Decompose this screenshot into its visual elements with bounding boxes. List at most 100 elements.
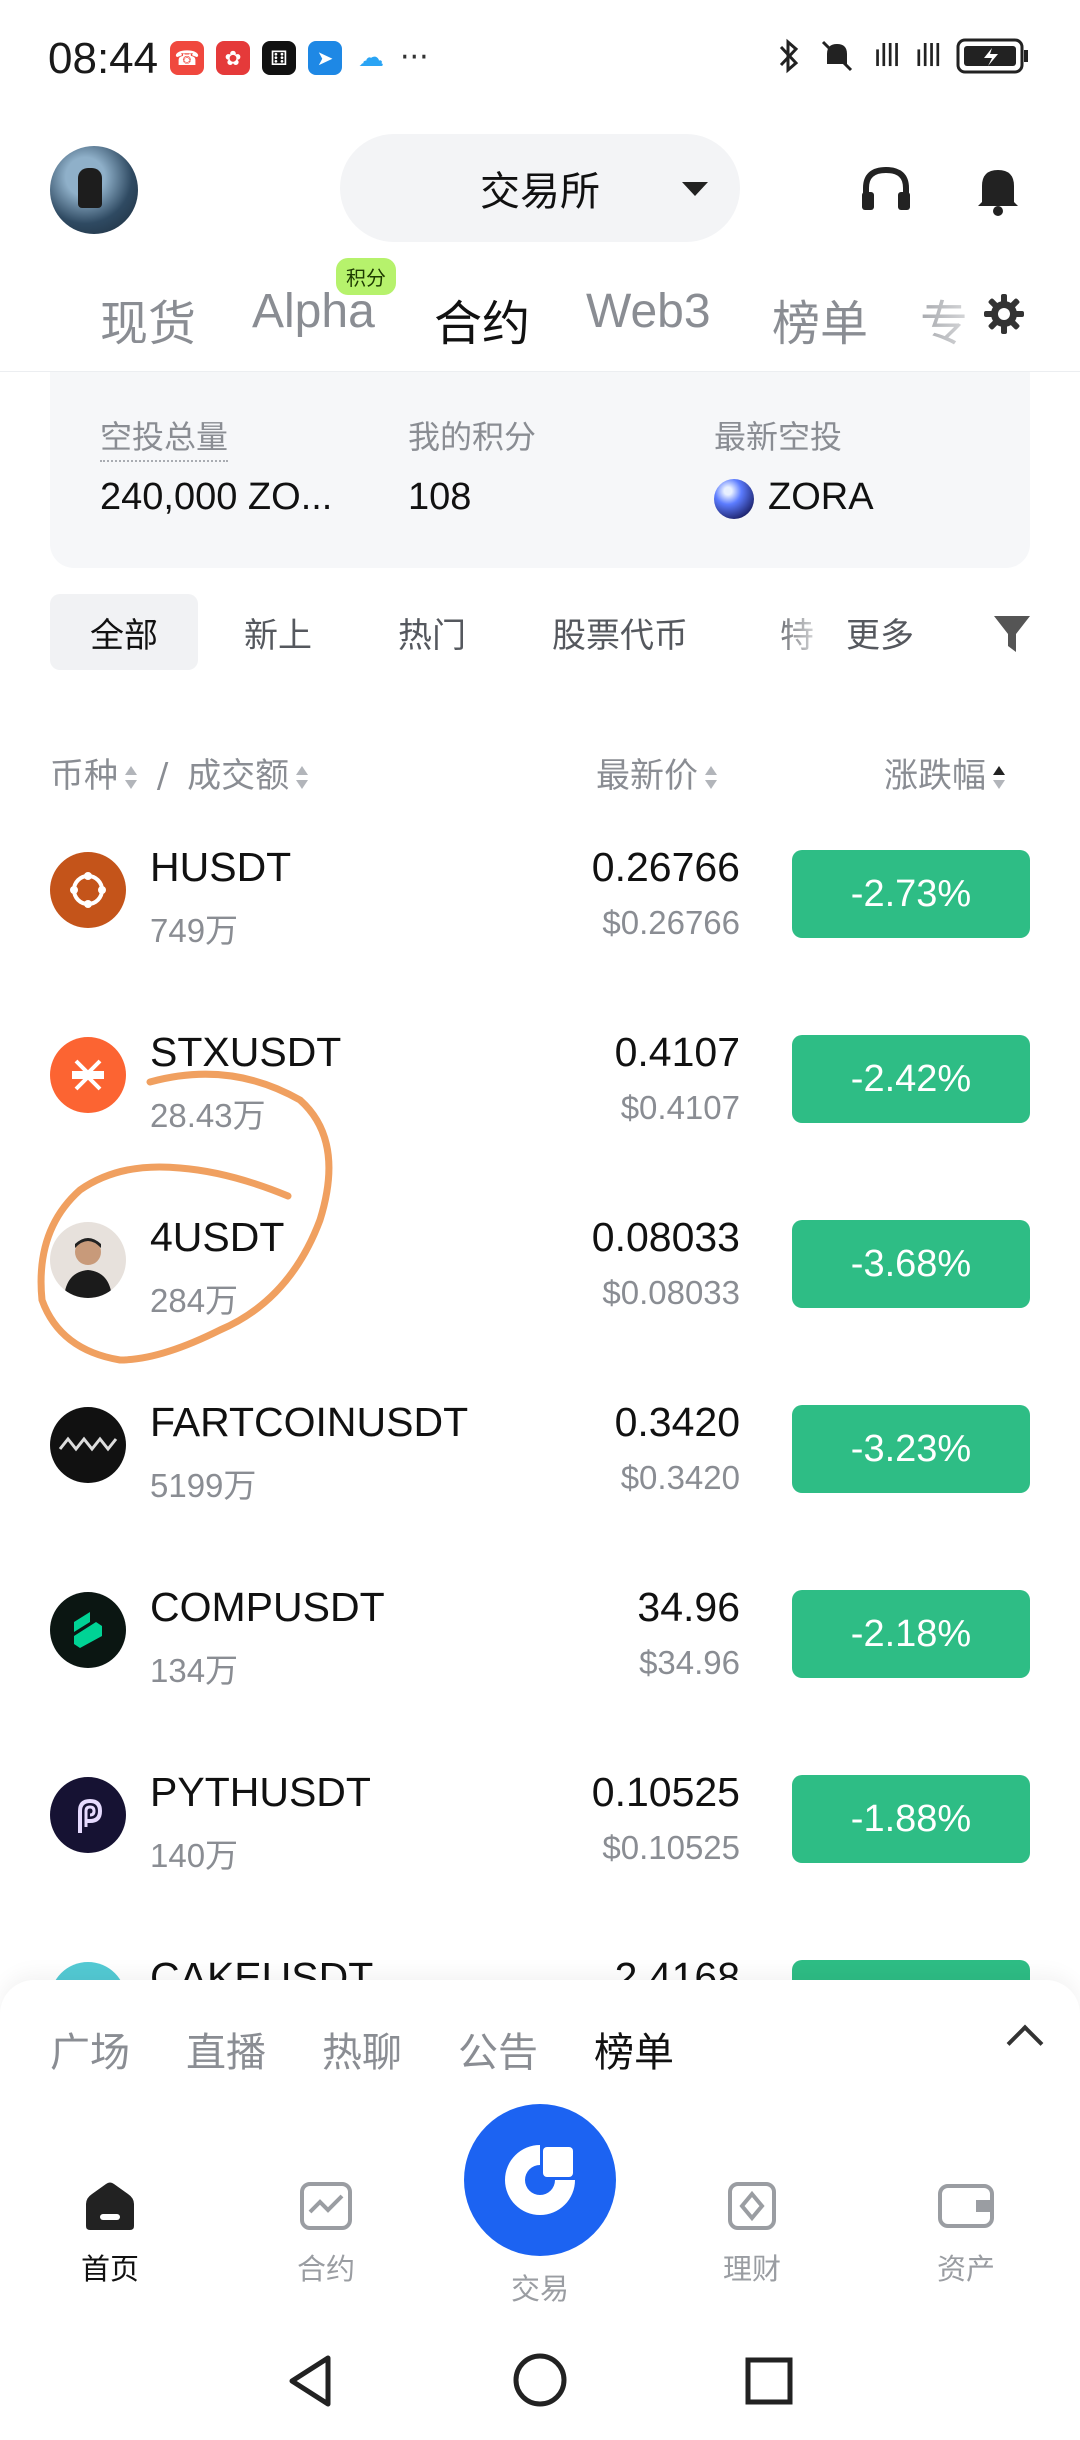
filter-chips: 全部 新上 热门 股票代币 特 更多	[0, 594, 1080, 674]
tab-web3[interactable]: Web3	[586, 284, 711, 339]
row-volume: 749万	[150, 912, 239, 949]
row-change-badge[interactable]: -2.18%	[792, 1590, 1030, 1678]
system-navigation-bar	[0, 2330, 1080, 2440]
home-circle-icon[interactable]	[512, 2352, 568, 2408]
row-symbol: PYTHUSDT	[150, 1769, 371, 1815]
row-change-badge[interactable]: -3.68%	[792, 1220, 1030, 1308]
category-tabs: 现货 Alpha 积分 合约 Web3 榜单 专	[0, 258, 1080, 372]
row-fiat-price: $0.26766	[602, 904, 740, 941]
status-bar: 08:44 ☎ ✿ ⚅ ➤ ☁ ··· ılll ılll	[0, 0, 1080, 120]
nav-home[interactable]: 首页	[50, 2180, 170, 2288]
status-time: 08:44	[48, 34, 159, 83]
market-row[interactable]: HUSDT 749万 0.26766 $0.26766 -2.73%	[0, 800, 1080, 985]
user-avatar[interactable]	[50, 146, 138, 234]
chips-fade	[770, 594, 830, 670]
four-avatar-icon	[50, 1222, 126, 1298]
feed-tab-rankings[interactable]: 榜单	[594, 2020, 674, 2078]
headset-support-icon[interactable]	[856, 160, 916, 220]
market-row[interactable]: CAKEUSDT 2.4168	[0, 1910, 1080, 1990]
row-fiat-price: $0.08033	[602, 1274, 740, 1311]
filter-funnel-icon[interactable]	[992, 612, 1032, 656]
list-header: 币种 / 成交额 最新价 涨跌幅	[0, 740, 1080, 800]
pyth-icon	[50, 1777, 126, 1853]
sort-icon	[295, 764, 309, 792]
filter-all[interactable]: 全部	[50, 594, 198, 670]
market-list: HUSDT 749万 0.26766 $0.26766 -2.73% STXUS…	[0, 800, 1080, 1990]
row-change-badge[interactable]: -3.23%	[792, 1405, 1030, 1493]
row-price: 0.3420	[614, 1399, 740, 1445]
row-symbol: STXUSDT	[150, 1029, 342, 1075]
coin-header-label: 币种	[50, 756, 118, 796]
filter-new[interactable]: 新上	[244, 594, 312, 670]
battery-icon	[956, 38, 1028, 74]
wallet-icon	[938, 2184, 994, 2228]
feed-tab-live[interactable]: 直播	[186, 2020, 266, 2078]
row-fiat-price: $0.10525	[602, 1829, 740, 1866]
sort-icon	[992, 764, 1006, 792]
trade-button[interactable]	[464, 2104, 616, 2256]
recents-square-icon[interactable]	[744, 2356, 794, 2406]
notification-bell-icon[interactable]	[968, 160, 1028, 220]
comp-icon	[50, 1592, 126, 1668]
nav-assets-label: 资产	[936, 2252, 995, 2286]
filter-stock-tokens[interactable]: 股票代币	[552, 594, 688, 670]
row-symbol: FARTCOINUSDT	[150, 1399, 469, 1445]
nav-earn[interactable]: 理财	[692, 2180, 812, 2288]
nav-earn-label: 理财	[722, 2252, 781, 2286]
latest-airdrop-value: ZORA	[768, 476, 874, 518]
nav-assets[interactable]: 资产	[906, 2180, 1026, 2288]
feed-tab-announcements[interactable]: 公告	[458, 2020, 538, 2078]
row-volume: 134万	[150, 1652, 239, 1689]
back-triangle-icon[interactable]	[286, 2354, 336, 2408]
row-price: 0.4107	[614, 1029, 740, 1075]
tab-rankings[interactable]: 榜单	[772, 284, 868, 354]
filter-hot[interactable]: 热门	[398, 594, 466, 670]
row-volume: 28.43万	[150, 1097, 266, 1134]
nav-futures-label: 合约	[296, 2252, 355, 2286]
futures-chart-icon	[300, 2182, 352, 2230]
gear-icon[interactable]	[982, 292, 1026, 336]
row-fiat-price: $0.3420	[620, 1459, 740, 1496]
app-header: 交易所	[0, 120, 1080, 260]
market-row[interactable]: FARTCOINUSDT 5199万 0.3420 $0.3420 -3.23%	[0, 1355, 1080, 1540]
exchange-mode-label: 交易所	[480, 169, 600, 215]
sort-icon	[124, 764, 138, 792]
alpha-points-badge: 积分	[336, 258, 396, 295]
tab-futures[interactable]: 合约	[434, 284, 530, 354]
tab-spot[interactable]: 现货	[100, 284, 196, 354]
nav-futures[interactable]: 合约	[266, 2180, 386, 2288]
husdt-icon	[50, 852, 126, 928]
row-price: 34.96	[637, 1584, 740, 1630]
sort-price[interactable]: 最新价	[596, 748, 718, 797]
feed-tab-square[interactable]: 广场	[50, 2020, 130, 2078]
exchange-mode-selector[interactable]: 交易所	[340, 134, 740, 242]
row-price: 0.10525	[591, 1769, 740, 1815]
sort-icon	[704, 764, 718, 792]
market-row[interactable]: COMPUSDT 134万 34.96 $34.96 -2.18%	[0, 1540, 1080, 1725]
market-row[interactable]: PYTHUSDT 140万 0.10525 $0.10525 -1.88%	[0, 1725, 1080, 1910]
feed-tab-hot-chat[interactable]: 热聊	[322, 2020, 402, 2078]
row-price: 0.26766	[591, 844, 740, 890]
row-price: 0.08033	[591, 1214, 740, 1260]
sort-change[interactable]: 涨跌幅	[884, 748, 1006, 797]
market-row[interactable]: STXUSDT 28.43万 0.4107 $0.4107 -2.42%	[0, 985, 1080, 1170]
signal-2-icon: ılll	[914, 38, 942, 74]
missed-call-app-icon: ☎	[170, 40, 204, 75]
row-symbol: 4USDT	[150, 1214, 285, 1260]
bottom-navigation: 首页 合约 交易 理财 资产	[0, 2090, 1080, 2310]
nav-home-label: 首页	[80, 2252, 139, 2286]
row-change-badge[interactable]: -1.88%	[792, 1775, 1030, 1863]
my-points-label: 我的积分	[408, 418, 537, 456]
my-points-value: 108	[408, 476, 472, 518]
row-volume: 5199万	[150, 1467, 257, 1504]
row-change-badge[interactable]: -2.42%	[792, 1035, 1030, 1123]
sort-coin-volume[interactable]: 币种 / 成交额	[50, 748, 309, 797]
chevron-up-icon[interactable]	[1006, 2024, 1044, 2062]
row-change-badge[interactable]: -2.73%	[792, 850, 1030, 938]
market-row[interactable]: 4USDT 284万 0.08033 $0.08033 -3.68%	[0, 1170, 1080, 1355]
trade-logo-icon	[505, 2145, 575, 2215]
cloud-app-icon: ☁	[354, 40, 388, 75]
filter-more[interactable]: 更多	[846, 594, 914, 670]
volume-header-label: 成交额	[187, 756, 290, 796]
airdrop-summary-card[interactable]: 空投总量 240,000 ZO... 我的积分 108 最新空投 ZORA	[50, 372, 1030, 568]
